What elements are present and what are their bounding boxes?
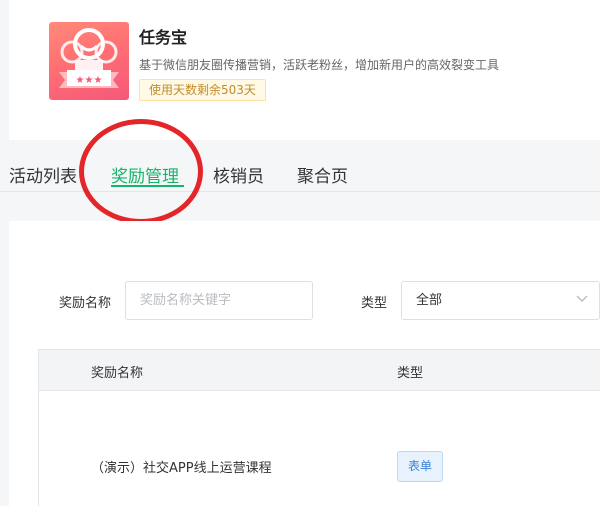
column-header-type: 类型 bbox=[397, 366, 424, 381]
reward-name-cell: （演示）社交APP线上运营课程 bbox=[91, 461, 272, 476]
type-label: 类型 bbox=[361, 296, 388, 311]
tab-verifier[interactable]: 核销员 bbox=[213, 162, 264, 187]
tab-aggregate-page[interactable]: 聚合页 bbox=[297, 162, 348, 187]
table-header: 奖励名称 类型 bbox=[39, 349, 600, 391]
app-logo-icon: ★★★ bbox=[49, 22, 129, 100]
reward-name-search-input[interactable] bbox=[125, 281, 313, 320]
chevron-down-icon bbox=[576, 295, 588, 302]
type-select[interactable]: 全部 bbox=[401, 281, 600, 320]
column-header-name: 奖励名称 bbox=[91, 366, 144, 381]
remaining-days-badge: 使用天数剩余503天 bbox=[139, 79, 266, 101]
svg-text:★★★: ★★★ bbox=[76, 75, 103, 86]
reward-table: 奖励名称 类型 （演示）社交APP线上运营课程 表单 bbox=[38, 349, 600, 506]
app-title: 任务宝 bbox=[139, 28, 188, 47]
app-description: 基于微信朋友圈传播营销，活跃老粉丝，增加新用户的高效裂变工具 bbox=[139, 58, 500, 72]
content-panel: 奖励名称 类型 全部 奖励名称 类型 （演示）社交APP线上运营课程 表单 bbox=[9, 221, 600, 506]
tab-reward-management[interactable]: 奖励管理 bbox=[111, 162, 179, 187]
type-select-value: 全部 bbox=[416, 293, 443, 308]
app-header: ★★★ 任务宝 基于微信朋友圈传播营销，活跃老粉丝，增加新用户的高效裂变工具 使… bbox=[9, 0, 600, 140]
active-tab-indicator bbox=[111, 185, 184, 187]
type-tag: 表单 bbox=[397, 451, 444, 482]
reward-name-label: 奖励名称 bbox=[59, 296, 112, 311]
tab-activity-list[interactable]: 活动列表 bbox=[9, 162, 77, 187]
tab-bar: 活动列表 奖励管理 核销员 聚合页 bbox=[0, 152, 600, 192]
